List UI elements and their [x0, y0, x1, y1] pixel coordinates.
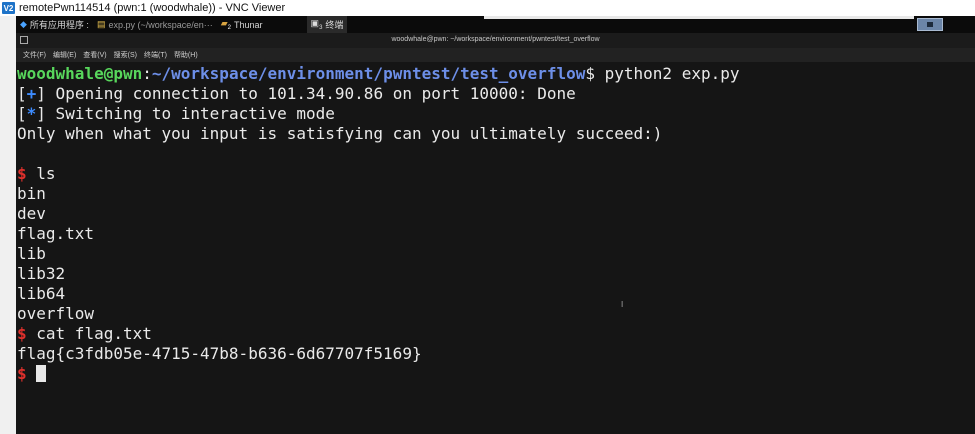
vnc-window-title: remotePwn114514 (pwn:1 (woodwhale)) - VN… [19, 2, 286, 14]
bracket-close: ] [36, 104, 46, 123]
shell-prompt: $ [17, 164, 27, 183]
shell-command-ls: $ ls [17, 164, 56, 184]
output-line-interactive: [*] Switching to interactive mode [17, 104, 335, 124]
vnc-title-bar: V2 remotePwn114514 (pwn:1 (woodwhale)) -… [0, 0, 975, 16]
command-line-1: woodwhale@pwn:~/workspace/environment/pw… [17, 64, 740, 84]
terminal-window-title: woodwhale@pwn: ~/workspace/environment/p… [391, 36, 600, 43]
bracket-open: [ [17, 84, 27, 103]
info-mark-plus: + [26, 84, 37, 103]
task-label: 终端 [325, 20, 344, 30]
show-desktop-button[interactable] [917, 18, 943, 31]
info-mark-star: * [26, 104, 37, 123]
folder-icon: ▰2 [220, 18, 232, 31]
prompt-user: woodwhale@pwn [17, 64, 143, 83]
list-item: bin [17, 184, 46, 203]
list-item: dev [17, 204, 46, 223]
terminal-title-bar: woodwhale@pwn: ~/workspace/environment/p… [16, 33, 975, 48]
command-text: python2 exp.py [595, 64, 740, 83]
vnc-logo-icon: V2 [2, 2, 15, 14]
mouse-ibeam-cursor-icon: I [621, 300, 624, 309]
shell-prompt: $ [17, 324, 27, 343]
task-thunar[interactable]: ▰2 Thunar [217, 16, 267, 33]
prompt-dollar: $ [585, 64, 595, 83]
output-text: Opening connection to 101.34.90.86 on po… [45, 84, 576, 103]
terminal-icon: ▣3 [310, 18, 323, 31]
terminal-menu-bar: 文件(F) 编辑(E) 查看(V) 搜索(S) 终端(T) 帮助(H) [16, 48, 975, 62]
app-menu-icon: ◆ [20, 19, 27, 29]
output-text: Switching to interactive mode [45, 104, 335, 123]
banner-line: Only when what you input is satisfying c… [17, 124, 663, 143]
list-item: lib32 [17, 264, 66, 283]
task-label: Thunar [234, 19, 263, 30]
list-item: overflow [17, 304, 95, 323]
task-badge: 2 [227, 24, 232, 31]
shell-input-line[interactable]: $ [17, 364, 47, 384]
task-terminal[interactable]: ▣3 终端 [306, 16, 348, 33]
task-exp-py[interactable]: ▤ exp.py (~/workspace/en··· [93, 16, 217, 33]
prompt-path: ~/workspace/environment/pwntest/test_ove… [151, 64, 586, 83]
taskbar: ◆ 所有应用程序 : ▤ exp.py (~/workspace/en··· ▰… [16, 16, 975, 33]
menu-edit[interactable]: 编辑(E) [53, 50, 76, 60]
menu-file[interactable]: 文件(F) [23, 50, 46, 60]
menu-view[interactable]: 查看(V) [83, 50, 106, 60]
file-icon: ▤ [96, 19, 106, 29]
terminal-output[interactable]: woodwhale@pwn:~/workspace/environment/pw… [16, 64, 975, 434]
list-item: flag.txt [17, 224, 95, 243]
text-cursor [36, 365, 47, 382]
menu-help[interactable]: 帮助(H) [174, 50, 198, 60]
list-item: lib64 [17, 284, 66, 303]
bracket-open: [ [17, 104, 27, 123]
applications-menu-button[interactable]: ◆ 所有应用程序 : [16, 16, 93, 33]
taskbar-strip [484, 16, 914, 19]
task-label: exp.py (~/workspace/en··· [108, 19, 213, 30]
command-text: ls [26, 164, 56, 183]
remote-desktop: ◆ 所有应用程序 : ▤ exp.py (~/workspace/en··· ▰… [16, 16, 975, 434]
flag-output: flag{c3fdb05e-4715-47b8-b636-6d67707f516… [17, 344, 422, 363]
shell-command-cat: $ cat flag.txt [17, 324, 152, 344]
output-line-connection: [+] Opening connection to 101.34.90.86 o… [17, 84, 576, 104]
command-text: cat flag.txt [26, 324, 152, 343]
shell-prompt: $ [17, 364, 27, 383]
menu-search[interactable]: 搜索(S) [114, 50, 137, 60]
task-badge: 3 [319, 24, 323, 31]
bracket-close: ] [36, 84, 46, 103]
applications-menu-label: 所有应用程序 : [29, 20, 89, 30]
prompt-separator: : [142, 64, 152, 83]
list-item: lib [17, 244, 46, 263]
menu-terminal[interactable]: 终端(T) [144, 50, 167, 60]
